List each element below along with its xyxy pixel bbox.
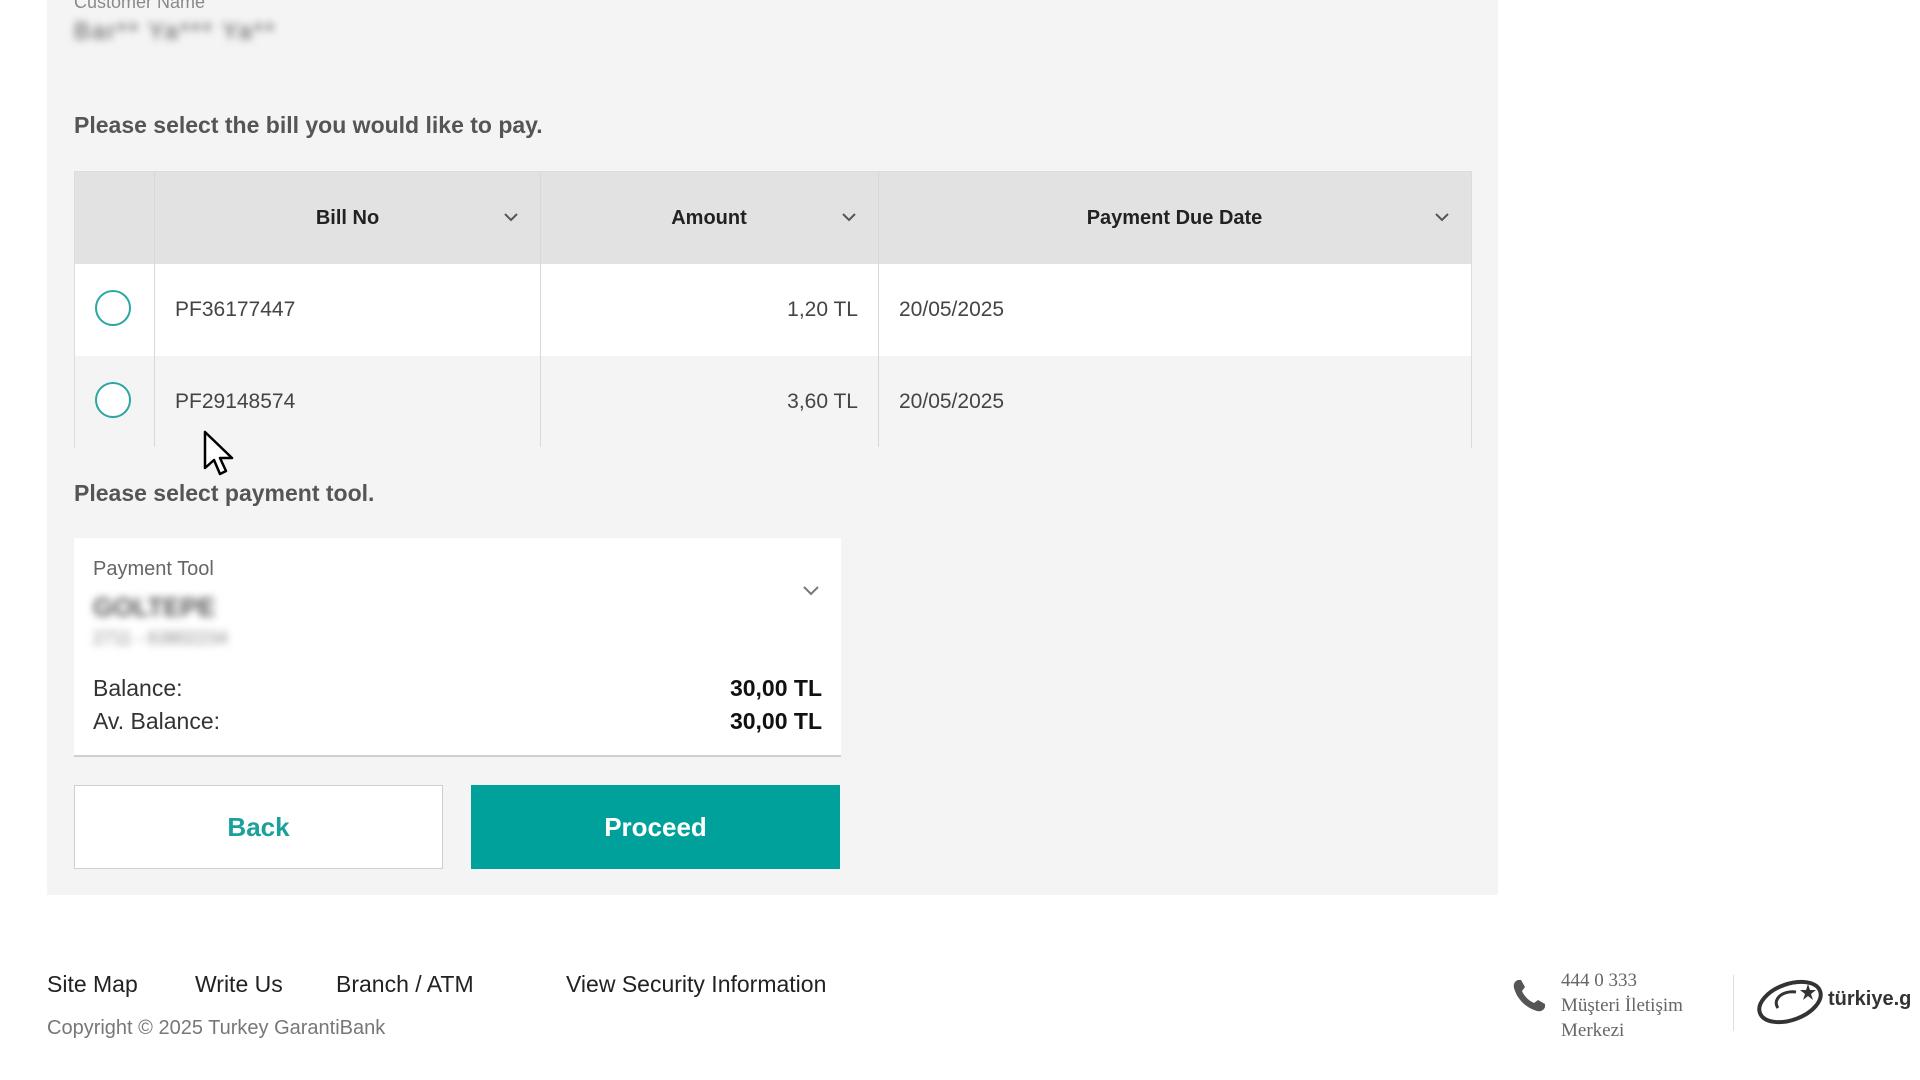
- balance-row: Balance: 30,00 TL: [93, 675, 822, 705]
- payment-tool-instruction: Please select payment tool.: [74, 480, 375, 506]
- column-header-amount[interactable]: Amount: [540, 172, 878, 264]
- payment-tool-label: Payment Tool: [93, 558, 214, 580]
- bill-radio-button[interactable]: [95, 382, 131, 418]
- footer-link-branch-atm[interactable]: Branch / ATM: [336, 971, 474, 998]
- column-divider: [154, 172, 155, 447]
- footer-link-write-us[interactable]: Write Us: [195, 971, 283, 998]
- payment-tool-account-name: GOLTEPE: [93, 592, 216, 622]
- balance-label: Balance:: [93, 675, 183, 701]
- contact-center[interactable]: 444 0 333 Müşteri İletişim Merkezi: [1561, 968, 1683, 1043]
- available-balance-value: 30,00 TL: [729, 708, 822, 734]
- chevron-down-icon: [1435, 213, 1449, 222]
- bill-table: Bill No Amount Payment Due Date PF361774…: [74, 171, 1472, 448]
- bill-instruction: Please select the bill you would like to…: [74, 112, 543, 138]
- bill-no-cell: PF36177447: [175, 298, 296, 321]
- customer-name-value: Bar** Ya*** Ya**: [74, 18, 277, 45]
- due-date-cell: 20/05/2025: [899, 298, 1005, 321]
- chevron-down-icon: [504, 213, 518, 222]
- contact-phone-number: 444 0 333: [1561, 970, 1637, 991]
- copyright-text: Copyright © 2025 Turkey GarantiBank: [47, 1017, 386, 1039]
- footer-link-site-map[interactable]: Site Map: [47, 971, 138, 998]
- due-date-cell: 20/05/2025: [899, 390, 1005, 413]
- available-balance-label: Av. Balance:: [93, 708, 221, 734]
- footer-link-security-info[interactable]: View Security Information: [566, 971, 826, 998]
- chevron-down-icon: [842, 213, 856, 222]
- column-divider: [878, 172, 879, 447]
- bill-radio-button[interactable]: [95, 290, 131, 326]
- e-devlet-logo-icon: [1757, 979, 1823, 1025]
- chevron-down-icon[interactable]: [799, 578, 823, 602]
- phone-icon: [1513, 980, 1545, 1012]
- proceed-button[interactable]: Proceed: [471, 785, 840, 869]
- available-balance-row: Av. Balance: 30,00 TL: [93, 708, 822, 738]
- payment-tool-select[interactable]: Payment Tool GOLTEPE 2711 - 63802234 Bal…: [74, 538, 841, 757]
- turkiye-gov-logo-text: türkiye.g: [1828, 988, 1912, 1010]
- footer-divider: [1733, 975, 1734, 1031]
- turkiye-gov-logo[interactable]: türkiye.g: [1752, 972, 1920, 1034]
- balance-value: 30,00 TL: [729, 675, 822, 701]
- table-row[interactable]: PF29148574 3,60 TL 20/05/2025: [75, 356, 1471, 448]
- contact-center-label-line2: Merkezi: [1561, 1020, 1625, 1041]
- column-divider: [540, 172, 541, 447]
- contact-center-label-line1: Müşteri İletişim: [1561, 995, 1683, 1016]
- amount-cell: 3,60 TL: [787, 390, 858, 413]
- table-row[interactable]: PF36177447 1,20 TL 20/05/2025: [75, 264, 1471, 356]
- customer-name-label: Customer Name: [74, 0, 206, 12]
- amount-cell: 1,20 TL: [787, 298, 858, 321]
- table-header: Bill No Amount Payment Due Date: [75, 172, 1471, 264]
- bill-no-cell: PF29148574: [175, 390, 296, 413]
- back-button[interactable]: Back: [74, 785, 443, 869]
- payment-tool-account-number: 2711 - 63802234: [93, 628, 228, 648]
- column-header-due-date[interactable]: Payment Due Date: [878, 172, 1471, 264]
- column-header-bill-no[interactable]: Bill No: [155, 172, 540, 264]
